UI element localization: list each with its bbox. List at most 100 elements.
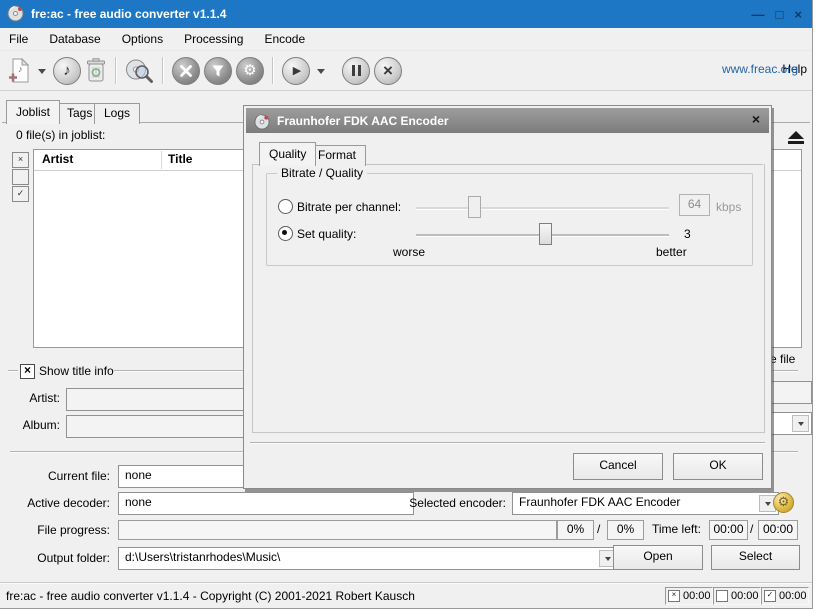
- encoder-settings-button[interactable]: ⚙: [236, 57, 264, 85]
- add-files-button[interactable]: ♪: [7, 57, 31, 84]
- album-label: Album:: [10, 418, 60, 432]
- add-audio-cd-button[interactable]: ♪: [53, 57, 81, 85]
- quality-slider-thumb[interactable]: [539, 223, 552, 245]
- dialog-title-bar: Fraunhofer FDK AAC Encoder ×: [246, 108, 769, 133]
- configure-encoder-gear-icon[interactable]: ⚙: [773, 492, 794, 513]
- check-icon: ✓: [764, 590, 776, 602]
- artist-field[interactable]: [66, 388, 257, 411]
- group-legend: Bitrate / Quality: [277, 166, 367, 180]
- title-bar: fre:ac - free audio converter v1.1.4 — □…: [0, 0, 812, 28]
- current-file-label: Current file:: [10, 469, 110, 483]
- worse-label: worse: [393, 245, 425, 259]
- app-window: fre:ac - free audio converter v1.1.4 — □…: [0, 0, 813, 609]
- bitrate-label: Bitrate per channel:: [297, 200, 401, 214]
- pause-icon: [352, 65, 361, 76]
- dialog-close-button[interactable]: ×: [752, 111, 760, 127]
- open-button[interactable]: Open: [613, 545, 703, 570]
- time-left-total: 00:00: [758, 520, 798, 540]
- tab-logs[interactable]: Logs: [94, 103, 140, 124]
- freac-website-link[interactable]: www.freac.org: [722, 62, 798, 76]
- tab-joblist[interactable]: Joblist: [6, 100, 60, 124]
- file-progress-label: File progress:: [10, 523, 110, 537]
- set-quality-label: Set quality:: [297, 227, 356, 241]
- add-files-dropdown-icon[interactable]: [35, 63, 49, 78]
- bitrate-slider[interactable]: [416, 207, 669, 210]
- time-left-label: Time left:: [652, 522, 701, 536]
- cd-magnifier-icon: [125, 57, 154, 84]
- active-decoder-value: none: [118, 492, 414, 515]
- menu-encode[interactable]: Encode: [262, 31, 307, 47]
- signal-processing-button[interactable]: [204, 57, 232, 85]
- svg-text:♪: ♪: [18, 64, 23, 74]
- statusbar-time-selected: × 00:00: [665, 587, 713, 605]
- percent-separator: /: [597, 522, 600, 536]
- window-title: fre:ac - free audio converter v1.1.4: [31, 7, 226, 21]
- file-progress-bar: [118, 520, 557, 540]
- joblist-count: 0 file(s) in joblist:: [16, 128, 105, 142]
- output-folder-label: Output folder:: [10, 551, 110, 565]
- cancel-button[interactable]: Cancel: [573, 453, 663, 480]
- bitrate-radio[interactable]: [278, 199, 293, 214]
- empty-checkbox-icon: [716, 590, 728, 602]
- pause-encoding-button[interactable]: [342, 57, 370, 85]
- eject-cd-button[interactable]: [781, 126, 811, 148]
- maximize-button[interactable]: □: [776, 7, 784, 22]
- statusbar-divider: [0, 582, 812, 584]
- app-icon: [7, 5, 24, 25]
- artist-label: Artist:: [10, 391, 60, 405]
- column-title[interactable]: Title: [168, 152, 192, 166]
- music-note-icon: ♪: [63, 62, 71, 79]
- menu-options[interactable]: Options: [120, 31, 165, 47]
- dialog-app-icon: [254, 114, 270, 133]
- checked-x-icon: ×: [668, 590, 680, 602]
- select-button[interactable]: Select: [711, 545, 800, 570]
- file-percent: 0%: [557, 520, 594, 540]
- query-cddb-button[interactable]: [125, 57, 154, 84]
- start-encoding-button[interactable]: ▶: [282, 57, 310, 85]
- show-title-info-checkbox[interactable]: ×: [20, 364, 35, 379]
- time-left-file: 00:00: [709, 520, 748, 540]
- divider: [8, 370, 18, 372]
- menu-file[interactable]: File: [7, 31, 30, 47]
- chevron-down-icon[interactable]: [792, 415, 809, 432]
- better-label: better: [656, 245, 687, 259]
- menu-processing[interactable]: Processing: [182, 31, 245, 47]
- select-all-button[interactable]: ×: [12, 152, 29, 168]
- dialog-tab-format[interactable]: Format: [308, 145, 366, 166]
- ok-button[interactable]: OK: [673, 453, 763, 480]
- stop-encoding-button[interactable]: ×: [374, 57, 402, 85]
- set-quality-radio[interactable]: [278, 226, 293, 241]
- statusbar-text: fre:ac - free audio converter v1.1.4 - C…: [6, 589, 415, 603]
- column-artist[interactable]: Artist: [42, 152, 73, 166]
- play-icon: ▶: [293, 64, 301, 77]
- active-decoder-label: Active decoder:: [10, 496, 110, 510]
- wrench-icon: [179, 64, 193, 78]
- dialog-button-divider: [250, 442, 765, 444]
- minimize-button[interactable]: —: [752, 7, 765, 22]
- album-field[interactable]: [66, 415, 257, 438]
- bitrate-slider-thumb[interactable]: [468, 196, 481, 218]
- select-none-button[interactable]: [12, 169, 29, 185]
- menu-bar: File Database Options Processing Encode …: [0, 28, 813, 50]
- show-title-info-label: Show title info: [39, 364, 114, 378]
- statusbar-time-unselected: 00:00: [713, 587, 761, 605]
- dialog-tab-quality[interactable]: Quality: [259, 142, 316, 166]
- general-settings-button[interactable]: [172, 57, 200, 85]
- start-encoding-dropdown-icon[interactable]: [314, 63, 328, 78]
- dialog-title: Fraunhofer FDK AAC Encoder: [277, 114, 449, 128]
- selected-encoder-dropdown[interactable]: Fraunhofer FDK AAC Encoder: [512, 492, 779, 515]
- close-button[interactable]: ×: [794, 7, 802, 22]
- menu-database[interactable]: Database: [47, 31, 102, 47]
- output-folder-dropdown[interactable]: d:\Users\tristanrhodes\Music\: [118, 547, 619, 570]
- eject-icon: [788, 131, 804, 139]
- toggle-selection-button[interactable]: ✓: [12, 186, 29, 202]
- selected-encoder-label: Selected encoder:: [398, 496, 506, 510]
- remove-all-button[interactable]: [85, 57, 107, 84]
- total-percent: 0%: [607, 520, 644, 540]
- toolbar: ♪ ♪: [0, 50, 813, 91]
- bitrate-unit: kbps: [716, 200, 741, 214]
- trash-icon: [85, 57, 107, 84]
- funnel-icon: [211, 64, 225, 78]
- bitrate-value[interactable]: 64: [679, 194, 710, 216]
- statusbar-time-all: ✓ 00:00: [761, 587, 809, 605]
